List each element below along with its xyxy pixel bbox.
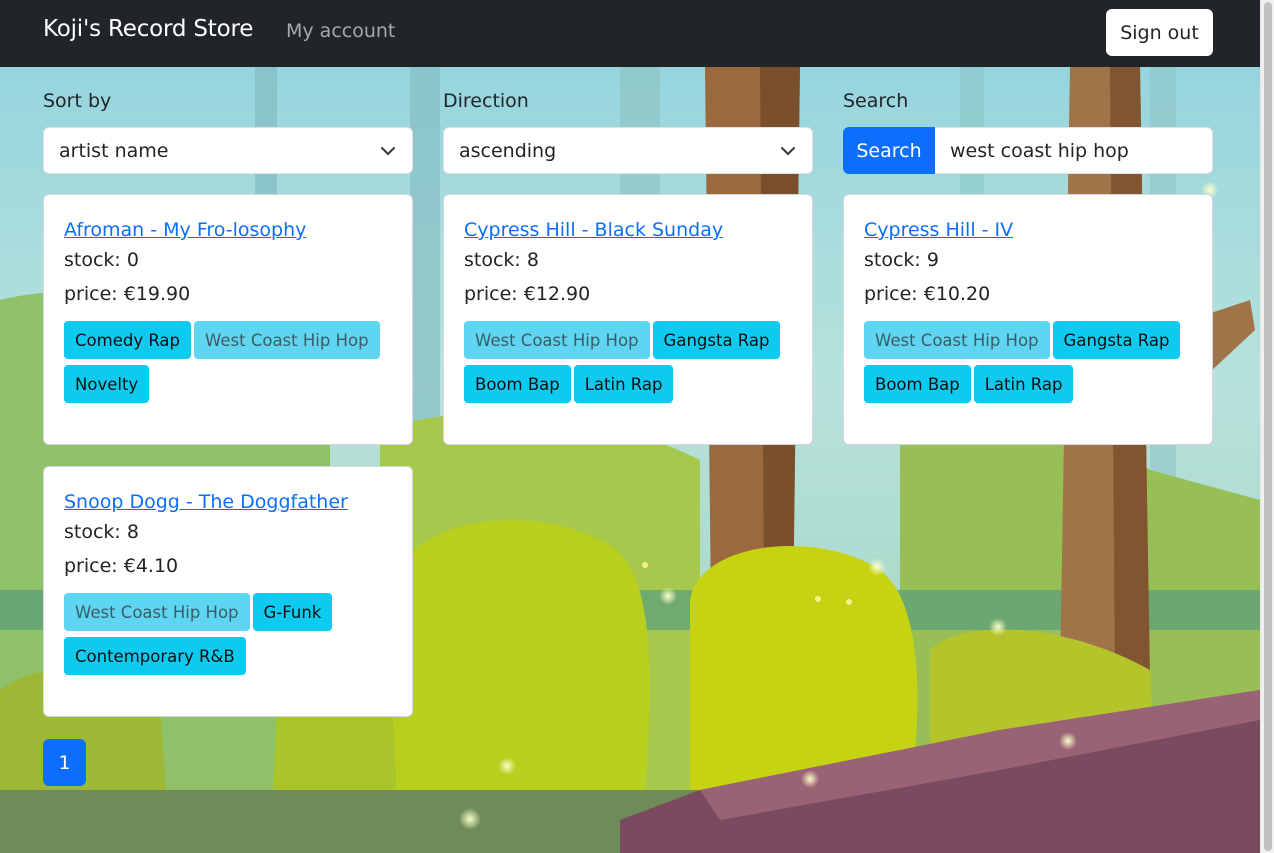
tag-badge[interactable]: Novelty	[64, 365, 150, 403]
tag-badge[interactable]: Comedy Rap	[64, 321, 192, 359]
chevron-down-icon	[381, 147, 395, 155]
tag-badge[interactable]: Latin Rap	[973, 365, 1074, 403]
direction-label: Direction	[443, 90, 529, 112]
tag-list: West Coast Hip Hop Gangsta Rap Boom Bap …	[464, 321, 794, 403]
direction-value: ascending	[459, 139, 557, 162]
tag-badge-active[interactable]: West Coast Hip Hop	[64, 593, 250, 631]
brand-link[interactable]: Koji's Record Store	[43, 16, 253, 42]
record-card: Cypress Hill - IV stock: 9 price: €10.20…	[843, 194, 1213, 445]
tag-badge[interactable]: G-Funk	[252, 593, 333, 631]
tag-list: West Coast Hip Hop Gangsta Rap Boom Bap …	[864, 321, 1194, 403]
tag-list: West Coast Hip Hop G-Funk Contemporary R…	[64, 593, 394, 675]
record-stock: stock: 0	[64, 249, 139, 271]
record-price: price: €12.90	[464, 283, 591, 305]
tag-badge-active[interactable]: West Coast Hip Hop	[194, 321, 380, 359]
record-title-link[interactable]: Afroman - My Fro-losophy	[64, 218, 392, 242]
tag-list: Comedy Rap West Coast Hip Hop Novelty	[64, 321, 394, 403]
record-price: price: €10.20	[864, 283, 991, 305]
record-title-link[interactable]: Cypress Hill - IV	[864, 218, 1192, 242]
chevron-down-icon	[781, 147, 795, 155]
sort-by-select[interactable]: artist name	[43, 127, 413, 174]
search-button[interactable]: Search	[843, 127, 935, 174]
scrollbar-thumb[interactable]	[1264, 2, 1272, 851]
tag-badge[interactable]: Contemporary R&B	[64, 637, 246, 675]
search-group: Search west coast hip hop	[843, 127, 1213, 174]
record-stock: stock: 8	[464, 249, 539, 271]
tag-badge[interactable]: Gangsta Rap	[652, 321, 781, 359]
tag-badge-active[interactable]: West Coast Hip Hop	[864, 321, 1050, 359]
record-price: price: €19.90	[64, 283, 191, 305]
search-input[interactable]: west coast hip hop	[935, 127, 1213, 174]
tag-badge[interactable]: Latin Rap	[573, 365, 674, 403]
tag-badge[interactable]: Boom Bap	[464, 365, 571, 403]
search-label: Search	[843, 90, 909, 112]
record-card: Snoop Dogg - The Doggfather stock: 8 pri…	[43, 466, 413, 717]
my-account-link[interactable]: My account	[286, 20, 395, 42]
direction-select[interactable]: ascending	[443, 127, 813, 174]
sort-by-value: artist name	[59, 139, 169, 162]
record-title-link[interactable]: Snoop Dogg - The Doggfather	[64, 490, 392, 514]
sign-out-button[interactable]: Sign out	[1106, 9, 1213, 56]
record-card: Afroman - My Fro-losophy stock: 0 price:…	[43, 194, 413, 445]
record-stock: stock: 9	[864, 249, 939, 271]
tag-badge[interactable]: Gangsta Rap	[1052, 321, 1181, 359]
record-title-link[interactable]: Cypress Hill - Black Sunday	[464, 218, 792, 242]
record-card: Cypress Hill - Black Sunday stock: 8 pri…	[443, 194, 813, 445]
navbar: Koji's Record Store My account Sign out	[0, 0, 1260, 67]
sort-by-label: Sort by	[43, 90, 112, 112]
pagination-page-button[interactable]: 1	[43, 739, 86, 786]
tag-badge[interactable]: Boom Bap	[864, 365, 971, 403]
scrollbar[interactable]	[1260, 0, 1274, 853]
record-price: price: €4.10	[64, 555, 179, 577]
tag-badge-active[interactable]: West Coast Hip Hop	[464, 321, 650, 359]
record-stock: stock: 8	[64, 521, 139, 543]
